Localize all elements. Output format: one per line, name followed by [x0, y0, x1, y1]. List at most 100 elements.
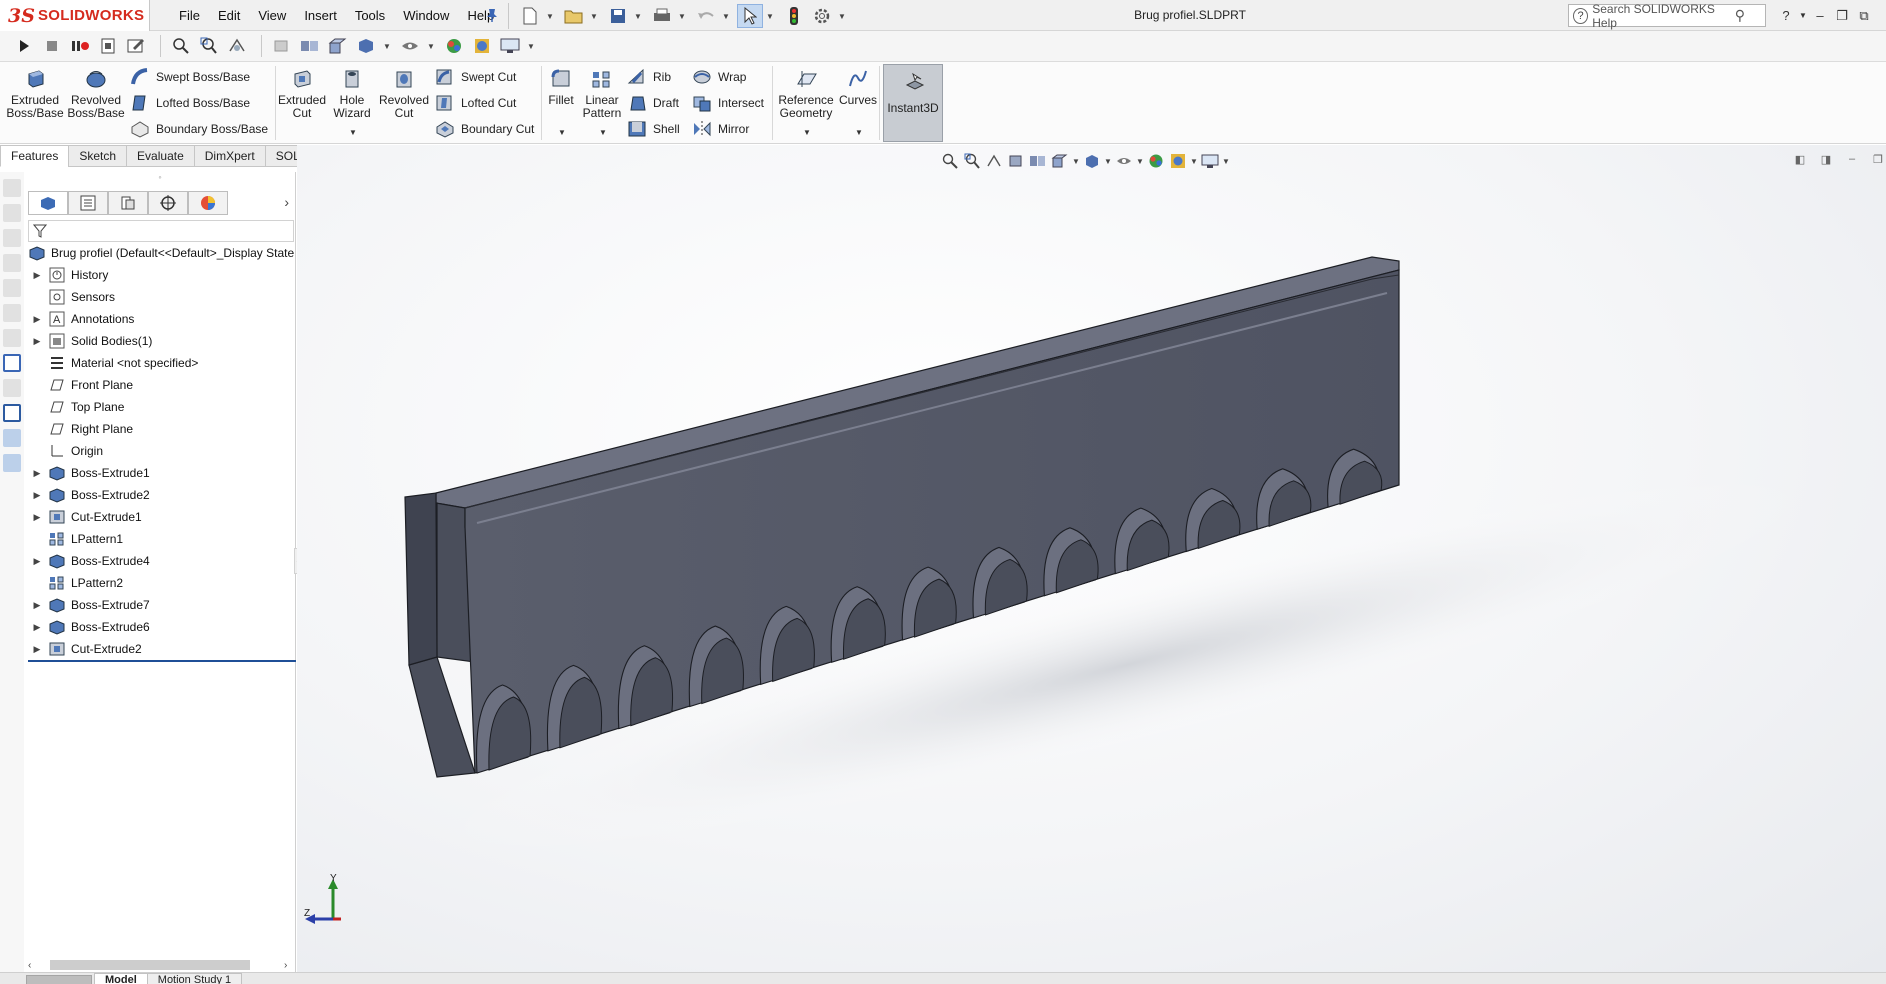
hu-view-orientation-icon[interactable] — [1049, 150, 1071, 172]
feature-tree-filter[interactable] — [28, 220, 294, 242]
boundary-cut-button[interactable]: Boundary Cut — [435, 117, 534, 141]
stop-macro-icon[interactable] — [40, 34, 64, 58]
linear-pattern-dropdown-icon[interactable]: ▼ — [599, 128, 607, 137]
instant3d-button[interactable]: Instant3D — [883, 64, 943, 142]
configurationmanager-icon[interactable] — [108, 191, 148, 215]
hu-zoom-area-icon[interactable] — [961, 150, 983, 172]
new-document-icon[interactable] — [517, 4, 543, 28]
tree-expand-icon[interactable]: ▶ — [32, 556, 42, 567]
display-style-icon[interactable] — [354, 34, 378, 58]
viewport-tile-right-icon[interactable]: ◨ — [1813, 153, 1839, 166]
boundary-boss-button[interactable]: Boundary Boss/Base — [130, 117, 268, 141]
scroll-left-icon[interactable]: ‹ — [28, 960, 38, 971]
hu-hide-show-dropdown-icon[interactable]: ▼ — [1135, 157, 1145, 166]
menu-file[interactable]: File — [170, 0, 209, 31]
viewport-tile-left-icon[interactable]: ◧ — [1787, 153, 1813, 166]
3d-model-bridge-profile[interactable] — [297, 145, 1886, 972]
hu-edit-appearance-icon[interactable] — [1145, 150, 1167, 172]
tree-expand-icon[interactable]: ▶ — [32, 314, 42, 325]
hu-hide-show-icon[interactable] — [1113, 150, 1135, 172]
strip-boss-icon[interactable] — [3, 429, 21, 447]
hole-wizard-dropdown-icon[interactable]: ▼ — [349, 128, 357, 137]
tab-model[interactable]: Model — [94, 973, 148, 984]
print-icon[interactable] — [649, 4, 675, 28]
viewport-restore-icon[interactable]: ❐ — [1865, 153, 1886, 166]
rollback-bar[interactable] — [28, 660, 296, 662]
tree-item[interactable]: Right Plane — [24, 418, 296, 440]
tree-expand-icon[interactable]: ▶ — [32, 600, 42, 611]
strip-boss2-icon[interactable] — [3, 454, 21, 472]
pin-icon[interactable] — [484, 7, 502, 25]
tree-expand-icon[interactable]: ▶ — [32, 512, 42, 523]
tree-item[interactable]: Top Plane — [24, 396, 296, 418]
strip-shell-icon[interactable] — [3, 329, 21, 347]
view-settings-dropdown-icon[interactable]: ▼ — [526, 42, 536, 51]
help-dropdown-icon[interactable]: ▼ — [1797, 11, 1809, 20]
select-pointer-icon[interactable] — [737, 4, 763, 28]
revolved-boss-button[interactable]: Revolved Boss/Base — [66, 66, 126, 120]
new-dropdown-icon[interactable]: ▼ — [545, 12, 555, 21]
dimxpertmanager-icon[interactable] — [148, 191, 188, 215]
mirror-button[interactable]: Mirror — [692, 117, 749, 141]
tree-expand-icon[interactable]: ▶ — [32, 490, 42, 501]
strip-sketch-icon[interactable] — [3, 354, 21, 372]
search-icon[interactable]: ⚲ — [1735, 7, 1745, 24]
swept-boss-button[interactable]: Swept Boss/Base — [130, 65, 250, 89]
play-macro-icon[interactable] — [12, 34, 36, 58]
hu-apply-scene-icon[interactable] — [1167, 150, 1189, 172]
tab-motion-study-1[interactable]: Motion Study 1 — [146, 973, 243, 984]
strip-cut-icon[interactable] — [3, 279, 21, 297]
tree-item[interactable]: ▶ Boss-Extrude6 — [24, 616, 296, 638]
tab-features[interactable]: Features — [0, 145, 70, 167]
open-dropdown-icon[interactable]: ▼ — [589, 12, 599, 21]
rebuild-icon[interactable] — [781, 4, 807, 28]
hu-previous-view-icon[interactable] — [983, 150, 1005, 172]
reference-geometry-dropdown-icon[interactable]: ▼ — [803, 128, 811, 137]
featuremanager-tree-icon[interactable] — [28, 191, 68, 215]
record-macro-icon[interactable] — [68, 34, 92, 58]
menu-tools[interactable]: Tools — [346, 0, 394, 31]
extruded-boss-button[interactable]: Extruded Boss/Base — [5, 66, 65, 120]
tree-expand-icon[interactable]: ▶ — [32, 644, 42, 655]
strip-revolve-icon[interactable] — [3, 204, 21, 222]
tree-item[interactable]: ▶ Boss-Extrude2 — [24, 484, 296, 506]
panel-expand-arrow-icon[interactable]: › — [284, 194, 289, 210]
dynamic-annotation-icon[interactable] — [298, 34, 322, 58]
propertymanager-icon[interactable] — [68, 191, 108, 215]
reference-geometry-button[interactable]: Reference Geometry — [775, 66, 837, 120]
hole-wizard-button[interactable]: Hole Wizard — [322, 66, 382, 120]
help-icon[interactable]: ? — [1775, 8, 1797, 23]
swept-cut-button[interactable]: Swept Cut — [435, 65, 516, 89]
hide-show-dropdown-icon[interactable]: ▼ — [426, 42, 436, 51]
hu-view-settings-icon[interactable] — [1199, 150, 1221, 172]
section-view-icon[interactable] — [270, 34, 294, 58]
curves-dropdown-icon[interactable]: ▼ — [855, 128, 863, 137]
tab-sketch[interactable]: Sketch — [68, 145, 128, 167]
panel-grip[interactable]: ◦ — [24, 172, 296, 182]
strip-display-icon[interactable] — [3, 404, 21, 422]
options-dropdown-icon[interactable]: ▼ — [837, 12, 847, 21]
previous-view-icon[interactable] — [225, 34, 249, 58]
hu-view-orientation-dropdown-icon[interactable]: ▼ — [1071, 157, 1081, 166]
edit-appearance-icon[interactable] — [442, 34, 466, 58]
graphics-area[interactable]: ▼ ▼ ▼ ▼ ▼ ◧ ◨ – ❐ Y Z — [297, 145, 1886, 972]
tab-evaluate[interactable]: Evaluate — [126, 145, 195, 167]
tree-item[interactable]: LPattern2 — [24, 572, 296, 594]
hu-apply-scene-dropdown-icon[interactable]: ▼ — [1189, 157, 1199, 166]
hide-show-items-icon[interactable] — [398, 34, 422, 58]
apply-scene-icon[interactable] — [470, 34, 494, 58]
undo-icon[interactable] — [693, 4, 719, 28]
tab-dimxpert[interactable]: DimXpert — [193, 145, 266, 167]
shell-button[interactable]: Shell — [627, 117, 680, 141]
lofted-boss-button[interactable]: Lofted Boss/Base — [130, 91, 250, 115]
strip-extrude-icon[interactable] — [3, 179, 21, 197]
tree-item[interactable]: Material <not specified> — [24, 352, 296, 374]
tree-expand-icon[interactable]: ▶ — [32, 468, 42, 479]
strip-sweep-icon[interactable] — [3, 229, 21, 247]
tree-item[interactable]: Front Plane — [24, 374, 296, 396]
save-icon[interactable] — [605, 4, 631, 28]
scroll-right-icon[interactable]: › — [284, 960, 294, 971]
hu-display-style-dropdown-icon[interactable]: ▼ — [1103, 157, 1113, 166]
wrap-button[interactable]: Wrap — [692, 65, 746, 89]
tree-item[interactable]: LPattern1 — [24, 528, 296, 550]
